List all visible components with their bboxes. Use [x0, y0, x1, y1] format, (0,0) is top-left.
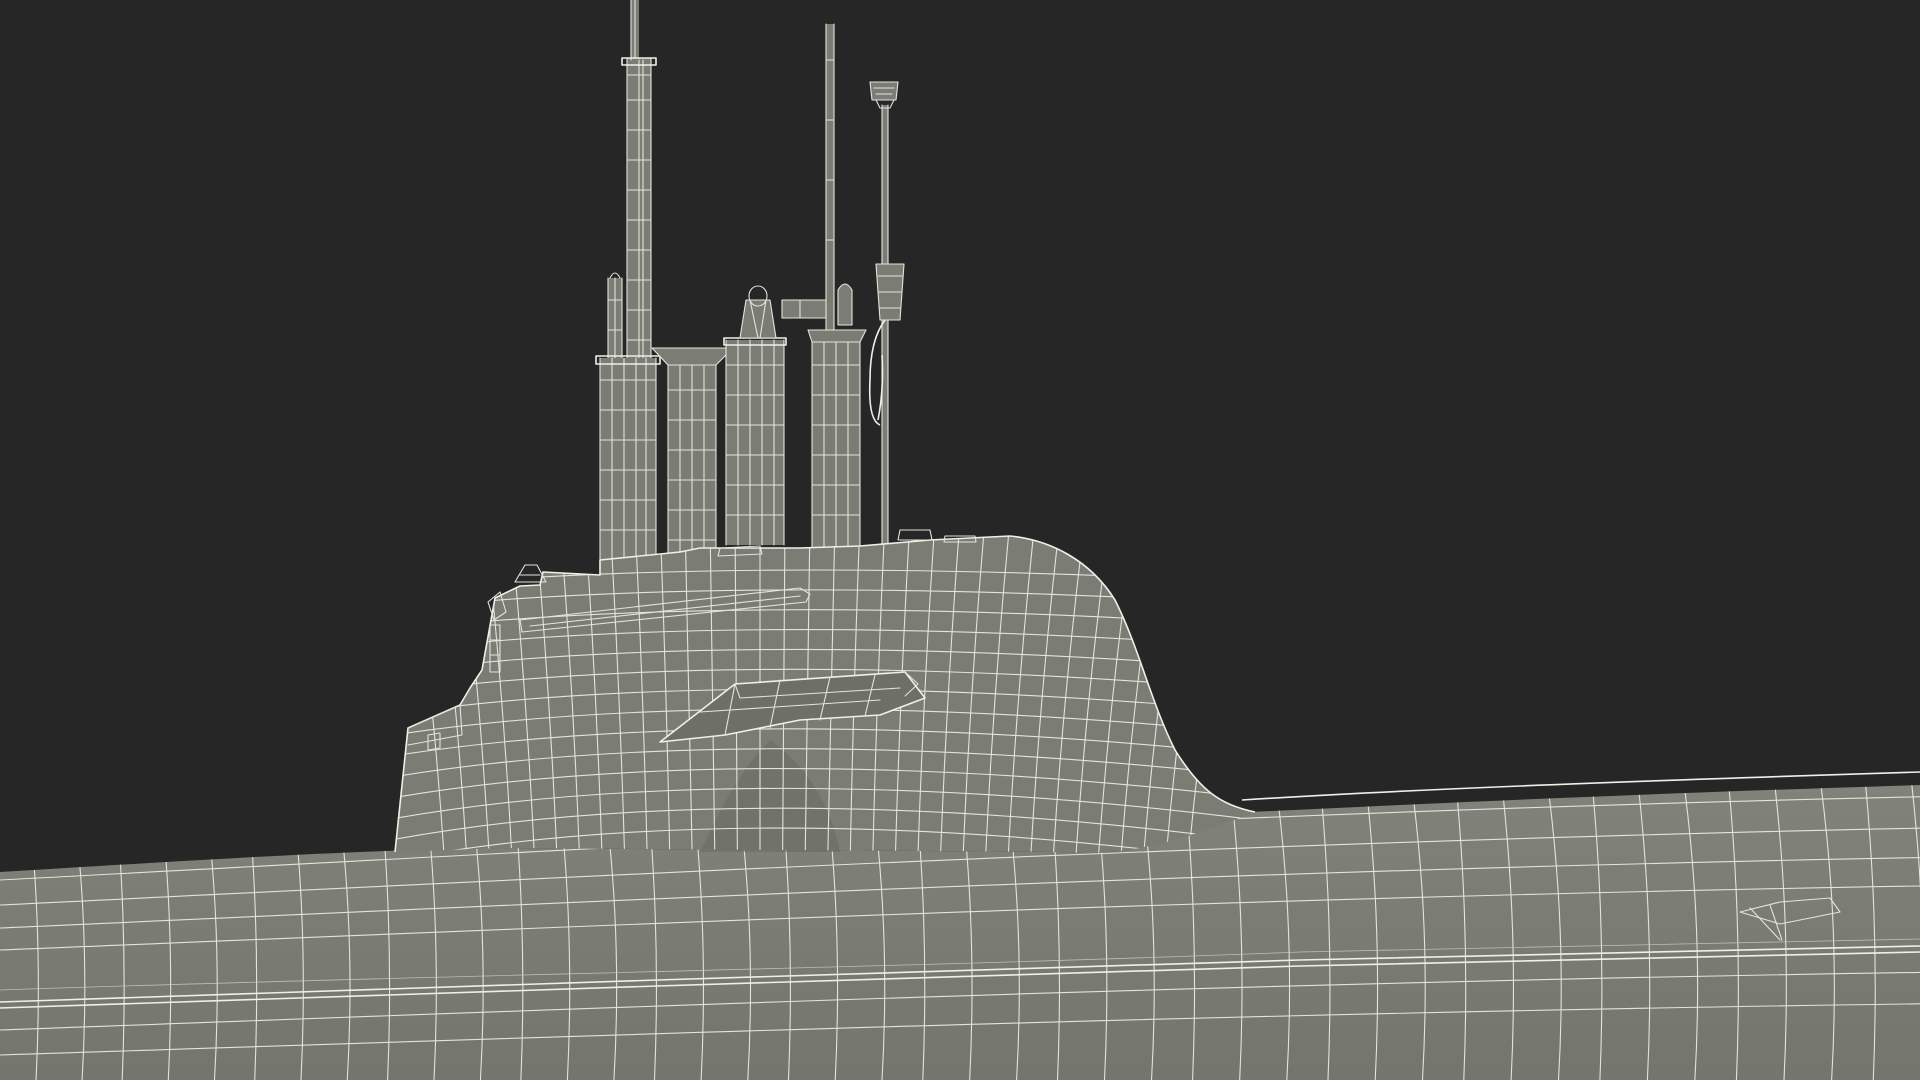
mast-casing-4	[807, 329, 867, 551]
mast-group	[595, 0, 905, 579]
sail-conning-tower	[394, 529, 1256, 854]
mast-casing-2	[651, 347, 734, 576]
radar-mast	[781, 23, 853, 355]
mast-casing-1	[595, 355, 661, 579]
antenna-mast-right	[868, 81, 905, 546]
mast-casing-3	[723, 285, 787, 546]
submarine-wireframe-render	[0, 0, 1920, 1080]
